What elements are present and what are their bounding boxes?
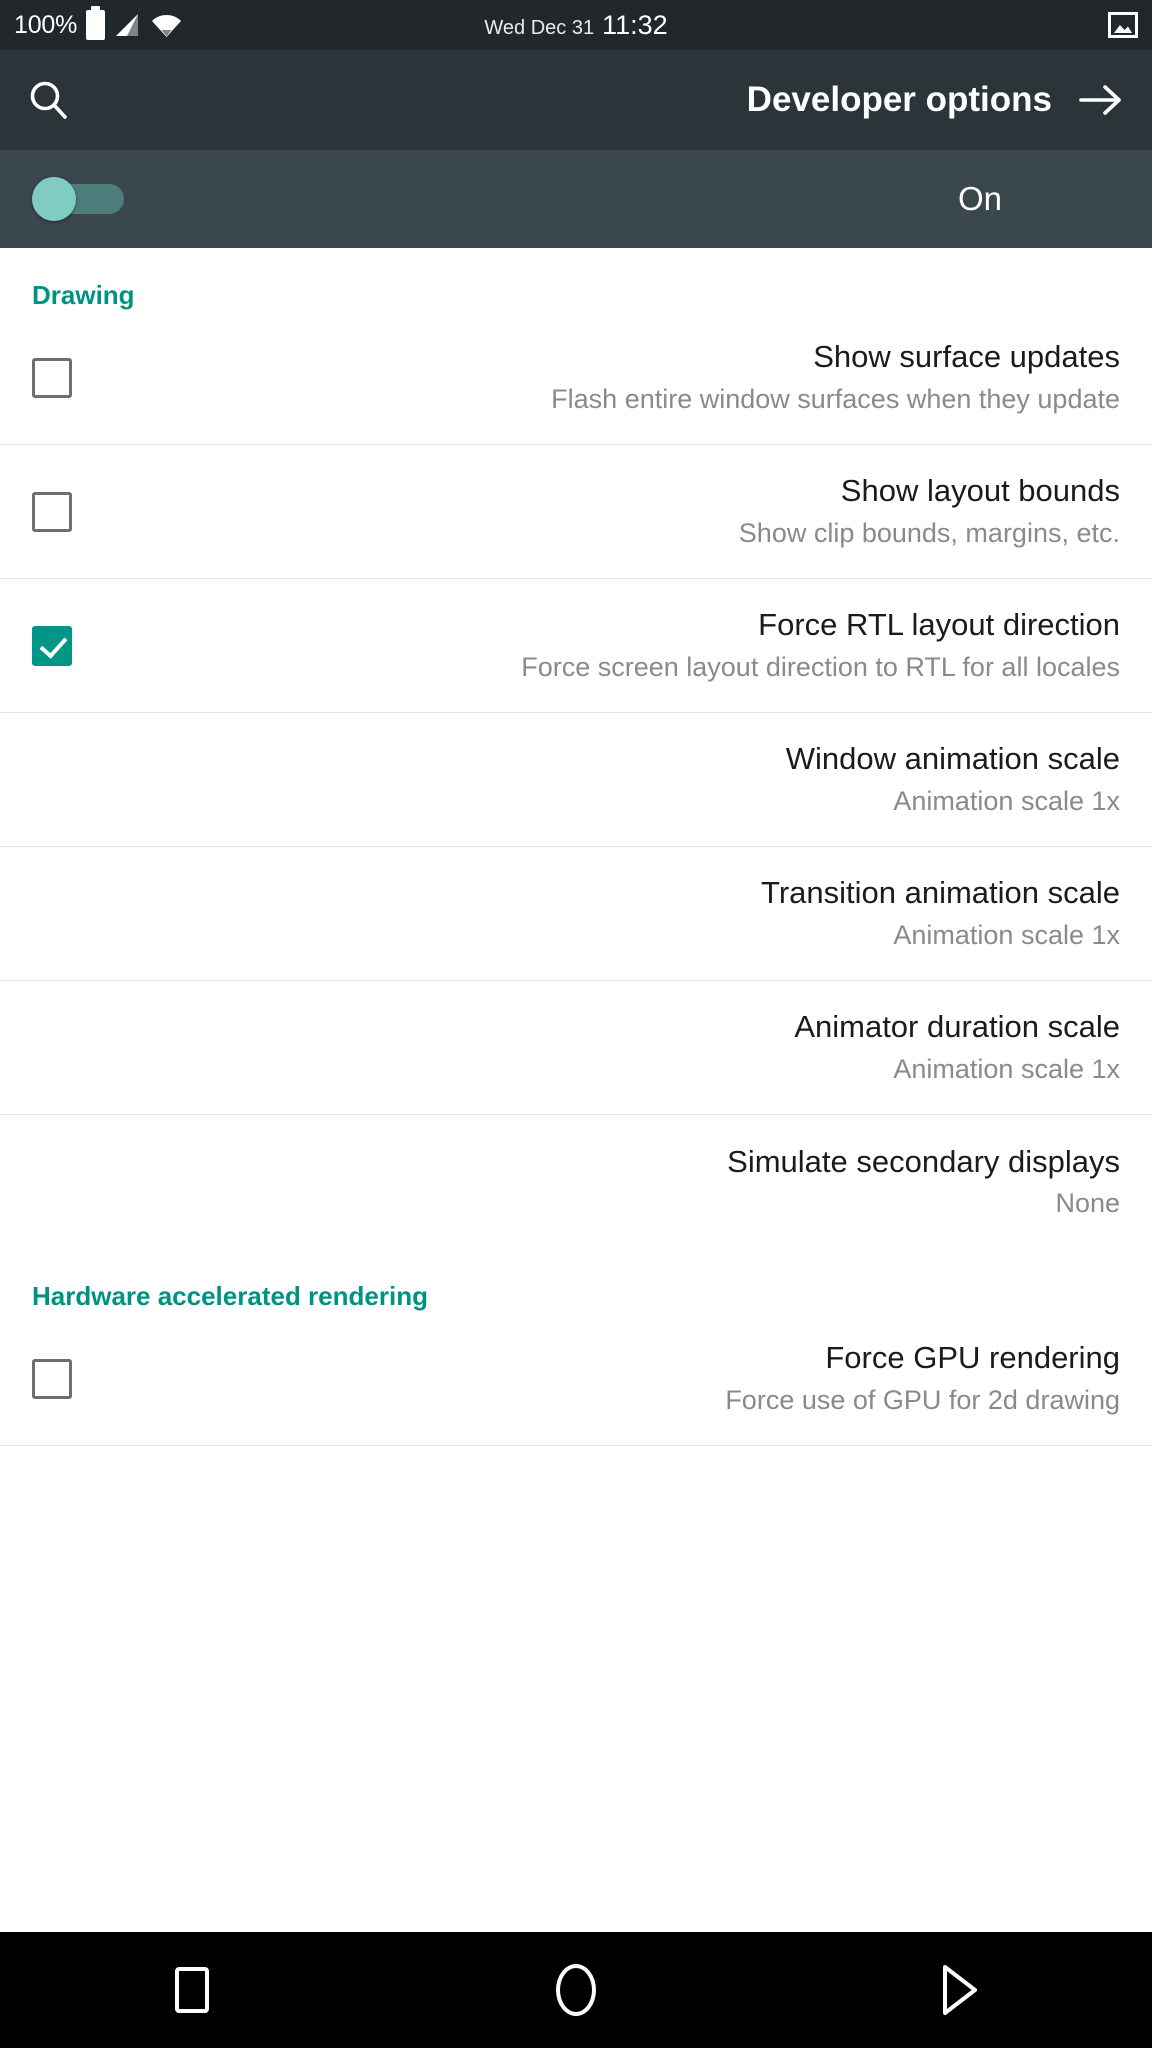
status-bar-time: 11:32 (602, 9, 668, 40)
list-item-force-rtl-layout-direction[interactable]: Force RTL layout direction Force screen … (0, 579, 1152, 713)
list-item-title: Simulate secondary displays (727, 1143, 1120, 1179)
settings-list[interactable]: Drawing Show surface updates Flash entir… (0, 248, 1152, 1930)
row-texts: Show surface updates Flash entire window… (118, 338, 1120, 417)
list-item-animator-duration-scale[interactable]: Animator duration scale Animation scale … (0, 981, 1152, 1115)
list-item-transition-animation-scale[interactable]: Transition animation scale Animation sca… (0, 847, 1152, 981)
switch-thumb (32, 177, 76, 221)
screenshot-image-icon (1108, 12, 1138, 38)
list-item-simulate-secondary-displays[interactable]: Simulate secondary displays None (0, 1115, 1152, 1249)
list-item-force-gpu-rendering[interactable]: Force GPU rendering Force use of GPU for… (0, 1312, 1152, 1446)
list-item-summary: Animation scale 1x (893, 919, 1120, 950)
page-title: Developer options (746, 80, 1052, 119)
android-screen: 100% Wed Dec 31 11:32 Developer options … (0, 0, 1152, 2048)
wifi-icon (151, 11, 182, 39)
checkbox-slot (32, 1358, 118, 1399)
section-header-hardware-accelerated-rendering: Hardware accelerated rendering (32, 1281, 428, 1311)
arrow-right-icon[interactable] (1078, 80, 1124, 120)
status-bar: 100% Wed Dec 31 11:32 (0, 0, 1152, 50)
master-toggle-switch[interactable] (32, 177, 124, 221)
checkbox-unchecked-icon[interactable] (32, 1358, 72, 1399)
list-item-title: Transition animation scale (761, 875, 1120, 911)
list-item-summary: None (1055, 1188, 1120, 1219)
list-item-title: Show surface updates (813, 339, 1120, 375)
status-bar-date: Wed Dec 31 (484, 16, 595, 39)
developer-options-master-toggle-row[interactable]: On (0, 150, 1152, 248)
row-texts: Show layout bounds Show clip bounds, mar… (118, 472, 1120, 551)
checkbox-unchecked-icon[interactable] (32, 491, 72, 532)
app-bar: Developer options (0, 50, 1152, 150)
checkbox-unchecked-icon[interactable] (32, 357, 72, 398)
back-triangle-button[interactable] (900, 1931, 1020, 2048)
battery-full-icon (86, 6, 106, 40)
list-item-summary: Flash entire window surfaces when they u… (551, 383, 1120, 414)
checkbox-slot (32, 357, 118, 398)
row-texts: Animator duration scale Animation scale … (32, 1008, 1120, 1087)
list-item-title: Force RTL layout direction (758, 607, 1120, 643)
checkbox-checked-icon[interactable] (32, 625, 72, 666)
list-item-summary: Force screen layout direction to RTL for… (521, 651, 1120, 682)
cell-signal-icon (114, 11, 142, 39)
status-bar-left-group: 100% (14, 6, 182, 40)
master-toggle-state-label: On (957, 180, 1002, 217)
home-circle-button[interactable] (516, 1931, 636, 2048)
row-texts: Transition animation scale Animation sca… (32, 874, 1120, 953)
row-texts: Window animation scale Animation scale 1… (32, 740, 1120, 819)
circle-icon (556, 1964, 596, 2016)
list-item-summary: Force use of GPU for 2d drawing (725, 1384, 1120, 1415)
list-item-show-surface-updates[interactable]: Show surface updates Flash entire window… (0, 311, 1152, 445)
checkbox-slot (32, 625, 118, 666)
list-item-title: Window animation scale (785, 741, 1120, 777)
recents-square-button[interactable] (132, 1931, 252, 2048)
section-header-drawing: Drawing (32, 280, 135, 310)
row-texts: Simulate secondary displays None (32, 1143, 1120, 1222)
list-item-summary: Animation scale 1x (893, 785, 1120, 816)
square-icon (175, 1967, 209, 2013)
list-item-window-animation-scale[interactable]: Window animation scale Animation scale 1… (0, 713, 1152, 847)
list-item-title: Force GPU rendering (825, 1340, 1120, 1376)
list-item-title: Animator duration scale (794, 1009, 1120, 1045)
row-texts: Force RTL layout direction Force screen … (118, 606, 1120, 685)
search-icon[interactable] (28, 79, 70, 121)
list-item-summary: Show clip bounds, margins, etc. (738, 517, 1120, 548)
battery-percent-label: 100% (14, 10, 78, 39)
checkbox-slot (32, 491, 118, 532)
triangle-right-icon (939, 1964, 981, 2016)
list-item-title: Show layout bounds (840, 473, 1120, 509)
list-item-show-layout-bounds[interactable]: Show layout bounds Show clip bounds, mar… (0, 445, 1152, 579)
row-texts: Force GPU rendering Force use of GPU for… (118, 1339, 1120, 1418)
status-bar-right-group (1108, 12, 1138, 38)
system-navigation-bar (0, 1930, 1152, 2048)
list-item-summary: Animation scale 1x (893, 1053, 1120, 1084)
